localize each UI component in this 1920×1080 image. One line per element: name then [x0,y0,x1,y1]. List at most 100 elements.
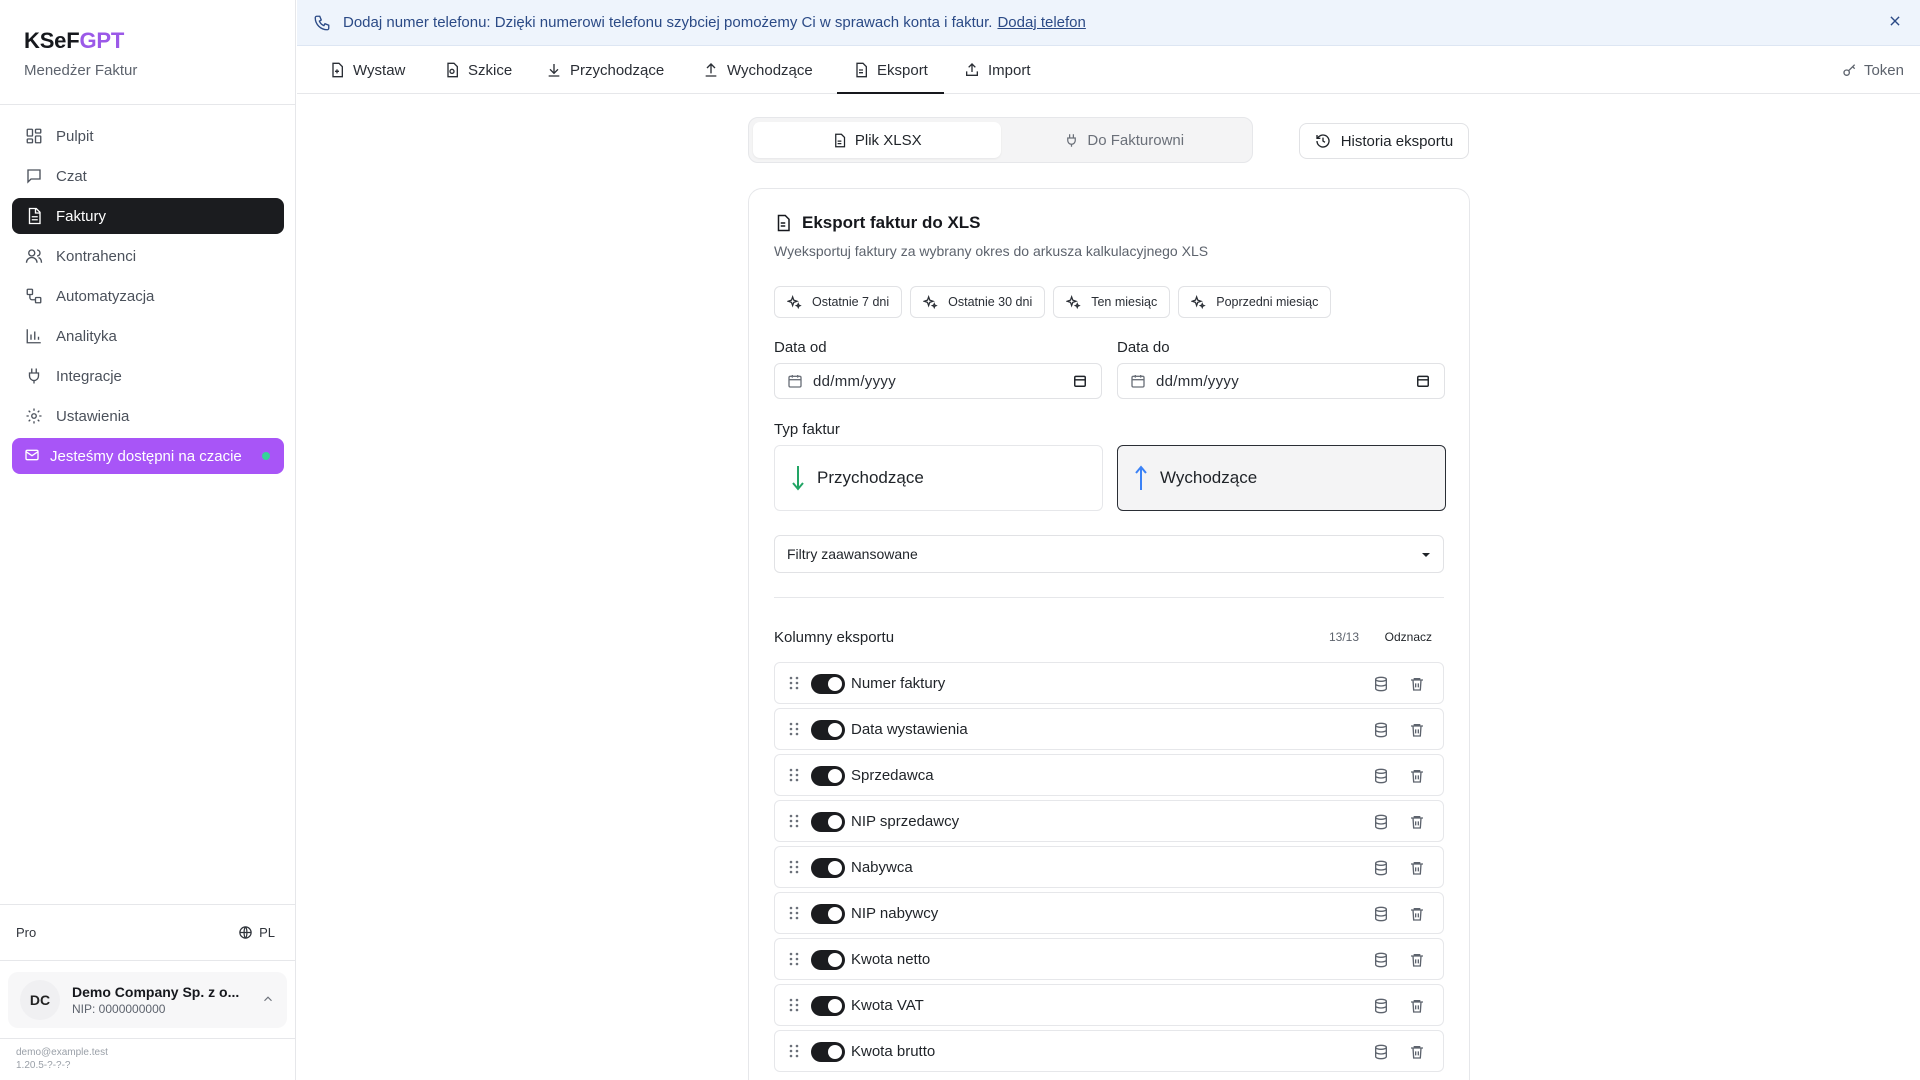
calendar-picker-icon[interactable] [1073,374,1087,388]
deselect-all-button[interactable]: Odznacz [1385,630,1432,644]
drag-handle-icon[interactable] [789,768,799,782]
caret-down-icon [1421,552,1431,558]
type-label: Wychodzące [1160,468,1258,487]
sidebar-item-kontrahenci[interactable]: Kontrahenci [12,238,284,274]
quick-range-this-month[interactable]: Ten miesiąc [1053,286,1171,318]
column-toggle[interactable] [811,950,845,970]
drag-handle-icon[interactable] [789,998,799,1012]
company-name: Demo Company Sp. z o... [72,984,240,1000]
date-from-input[interactable]: dd/mm/yyyy [774,363,1102,399]
company-switcher[interactable]: DC Demo Company Sp. z o... NIP: 00000000… [8,972,287,1028]
invoice-tabs: Wystaw Szkice Przychodzące Wychodzące Ek… [297,47,1920,94]
sidebar-footer: demo@example.test 1.20.5-?-?-? [16,1046,108,1072]
language-switcher[interactable]: PL [238,925,275,940]
database-icon[interactable] [1373,722,1389,738]
column-name: Numer faktury [851,674,946,692]
tab-label: Wychodzące [727,61,813,79]
sidebar: KSeFGPT Menedżer Faktur Pulpit Czat Fakt… [0,0,296,1080]
sparkles-icon [787,294,802,310]
database-icon[interactable] [1373,768,1389,784]
trash-icon[interactable] [1409,814,1425,830]
close-icon[interactable] [1888,14,1902,28]
sidebar-item-automatyzacja[interactable]: Automatyzacja [12,278,284,314]
drag-handle-icon[interactable] [789,722,799,736]
sidebar-item-analityka[interactable]: Analityka [12,318,284,354]
quick-range-30-days[interactable]: Ostatnie 30 dni [910,286,1046,318]
type-label: Przychodzące [817,468,924,487]
sidebar-item-integracje[interactable]: Integracje [12,358,284,394]
drag-handle-icon[interactable] [789,952,799,966]
calendar-picker-icon[interactable] [1416,374,1430,388]
chevron-up-icon [261,992,275,1006]
column-name: Nabywca [851,858,913,876]
quick-range-previous-month[interactable]: Poprzedni miesiąc [1178,286,1332,318]
drag-handle-icon[interactable] [789,814,799,828]
sidebar-item-ustawienia[interactable]: Ustawienia [12,398,284,434]
tab-label: Przychodzące [570,61,665,79]
column-toggle[interactable] [811,812,845,832]
columns-count: 13/13 [1328,630,1359,644]
type-incoming-option[interactable]: Przychodzące [774,445,1103,511]
key-icon [1842,62,1858,78]
column-toggle[interactable] [811,720,845,740]
column-row: Nabywca [774,846,1444,888]
trash-icon[interactable] [1409,676,1425,692]
database-icon[interactable] [1373,952,1389,968]
column-toggle[interactable] [811,904,845,924]
tab-eksport[interactable]: Eksport [837,47,944,94]
trash-icon[interactable] [1409,1044,1425,1060]
type-outgoing-option[interactable]: Wychodzące [1117,445,1446,511]
tab-wychodzace[interactable]: Wychodzące [703,47,813,93]
arrow-down-icon [791,464,805,492]
trash-icon[interactable] [1409,860,1425,876]
column-toggle[interactable] [811,996,845,1016]
database-icon[interactable] [1373,676,1389,692]
invoice-type-label: Typ faktur [774,421,840,438]
trash-icon[interactable] [1409,768,1425,784]
file-sheet-icon [832,133,847,148]
sidebar-item-faktury[interactable]: Faktury [12,198,284,234]
advanced-filters-dropdown[interactable]: Filtry zaawansowane [774,535,1444,573]
tab-szkice[interactable]: Szkice [444,47,512,93]
mode-xlsx[interactable]: Plik XLSX [753,122,1001,158]
trash-icon[interactable] [1409,952,1425,968]
date-to-input[interactable]: dd/mm/yyyy [1117,363,1445,399]
mode-fakturownia[interactable]: Do Fakturowni [1001,122,1249,158]
column-row: Numer faktury [774,662,1444,704]
drag-handle-icon[interactable] [789,676,799,690]
drag-handle-icon[interactable] [789,860,799,874]
quick-range-7-days[interactable]: Ostatnie 7 dni [774,286,903,318]
column-toggle[interactable] [811,1042,845,1062]
token-button[interactable]: Token [1842,47,1904,93]
add-phone-link[interactable]: Dodaj telefon [997,14,1085,31]
database-icon[interactable] [1373,1044,1389,1060]
sidebar-item-label: Analityka [56,327,117,345]
gear-icon [24,406,44,426]
database-icon[interactable] [1373,906,1389,922]
download-icon [546,62,562,78]
drag-handle-icon[interactable] [789,906,799,920]
phone-banner: Dodaj numer telefonu: Dzięki numerowi te… [297,0,1920,46]
drag-handle-icon[interactable] [789,1044,799,1058]
database-icon[interactable] [1373,814,1389,830]
app-logo[interactable]: KSeFGPT [24,28,137,54]
trash-icon[interactable] [1409,906,1425,922]
chat-availability-button[interactable]: Jesteśmy dostępni na czacie [12,438,284,474]
column-row: Sprzedawca [774,754,1444,796]
database-icon[interactable] [1373,860,1389,876]
file-sheet-icon [774,214,792,232]
history-icon [1315,133,1331,149]
sidebar-item-czat[interactable]: Czat [12,158,284,194]
tab-import[interactable]: Import [964,47,1031,93]
column-toggle[interactable] [811,766,845,786]
column-toggle[interactable] [811,858,845,878]
token-label: Token [1863,61,1904,79]
column-toggle[interactable] [811,674,845,694]
tab-wystaw[interactable]: Wystaw [329,47,405,93]
trash-icon[interactable] [1409,998,1425,1014]
trash-icon[interactable] [1409,722,1425,738]
tab-przychodzace[interactable]: Przychodzące [546,47,664,93]
export-history-button[interactable]: Historia eksportu [1299,123,1469,159]
sidebar-item-pulpit[interactable]: Pulpit [12,118,284,154]
database-icon[interactable] [1373,998,1389,1014]
